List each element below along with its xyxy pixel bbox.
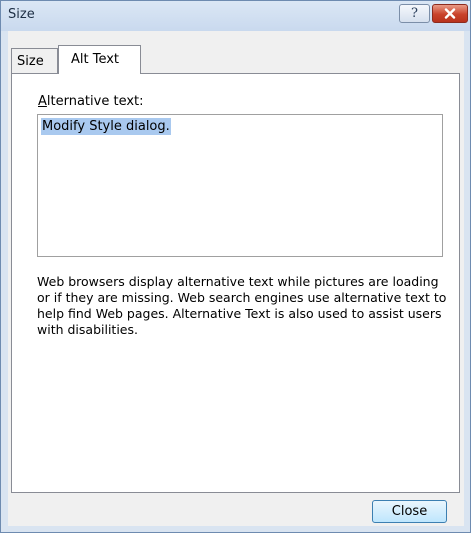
alternative-text-label-rest: lternative text: [46,94,144,109]
alternative-text-input[interactable]: Modify Style dialog. [37,114,443,257]
alternative-text-label: Alternative text: [38,94,144,109]
window-close-button[interactable] [432,4,468,23]
tab-size-label: Size [17,54,44,69]
alternative-text-value: Modify Style dialog. [41,118,171,135]
tab-alt-text[interactable]: Alt Text [58,45,141,74]
close-button-label: Close [391,504,428,519]
accelerator-key: A [38,94,47,109]
close-button[interactable]: Close [372,500,447,523]
tab-alt-text-label: Alt Text [71,52,120,67]
question-mark-icon: ? [411,6,418,21]
tab-size[interactable]: Size [11,48,58,73]
alt-text-panel: Alternative text: Modify Style dialog. W… [11,73,460,493]
help-button[interactable]: ? [399,4,430,23]
close-x-icon [444,8,456,19]
window-title: Size [8,7,35,22]
title-bar[interactable]: Size ? [1,1,470,31]
size-dialog-window: Size ? Size Alt Text Alternative text: M… [0,0,471,533]
alt-text-help-description: Web browsers display alternative text wh… [37,274,447,337]
dialog-client-area: Size Alt Text Alternative text: Modify S… [8,31,464,526]
